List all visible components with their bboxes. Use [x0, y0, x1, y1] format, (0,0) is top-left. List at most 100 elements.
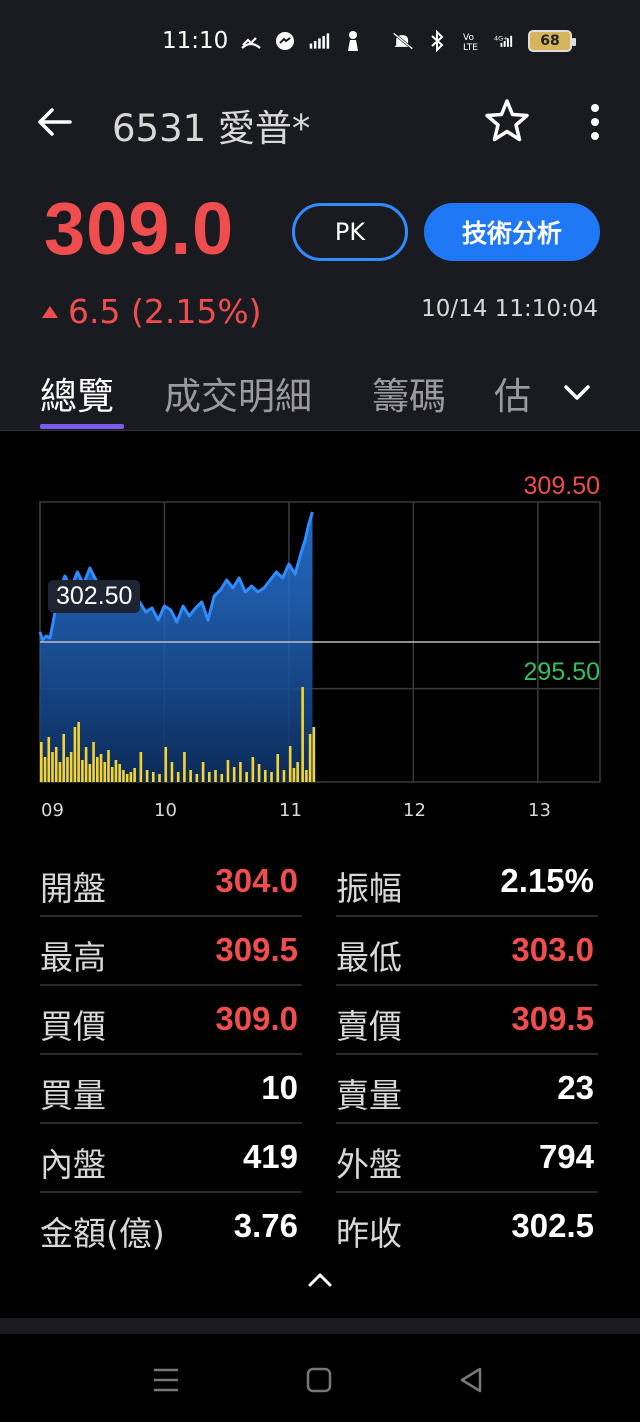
volume-bar: [66, 757, 69, 782]
quote-label: 振幅: [336, 869, 402, 908]
quote-value: 3.76: [233, 1207, 298, 1244]
volume-bar: [270, 772, 273, 782]
volume-bar: [99, 754, 103, 782]
quote-value: 419: [242, 1138, 298, 1175]
volume-bar: [226, 760, 230, 782]
favorite-button[interactable]: [482, 96, 532, 146]
volume-bar: [264, 770, 267, 782]
volume-bar: [110, 767, 114, 782]
volume-bar: [276, 754, 280, 782]
quote-label: 買量: [40, 1076, 106, 1115]
x-tick-label: 12: [403, 800, 426, 821]
star-icon: [485, 99, 529, 142]
volume-bar: [305, 770, 308, 782]
volume-bar: [84, 747, 88, 782]
tab-overview[interactable]: 總覽: [40, 366, 114, 420]
price-area: [40, 512, 313, 782]
price-change: 6.5 (2.15%): [42, 292, 262, 331]
volume-bar: [214, 770, 217, 782]
volume-bar: [292, 768, 296, 782]
collapse-button[interactable]: [304, 1268, 336, 1292]
pk-button[interactable]: PK: [292, 203, 408, 261]
volume-bar: [122, 770, 125, 782]
more-vertical-icon: [591, 104, 599, 140]
x-tick-label: 10: [154, 800, 177, 821]
quote-row: 最低 303.0: [336, 917, 598, 986]
recent-apps-button[interactable]: [146, 1362, 186, 1398]
volume-bar: [308, 734, 312, 782]
tab-valuation[interactable]: 估: [494, 366, 531, 420]
system-nav-bar: [0, 1334, 640, 1422]
tab-expand-button[interactable]: [560, 378, 594, 408]
mute-icon: [392, 30, 414, 52]
quote-value: 303.0: [511, 931, 594, 968]
quote-value: 309.5: [215, 931, 298, 968]
more-options-button[interactable]: [580, 100, 610, 144]
volume-bar: [208, 772, 211, 782]
quote-value: 304.0: [215, 862, 298, 899]
volume-bar: [77, 722, 80, 782]
quote-value: 23: [557, 1069, 594, 1106]
back-nav-button[interactable]: [452, 1362, 492, 1398]
quote-label: 內盤: [40, 1145, 106, 1184]
volume-bar: [164, 747, 168, 782]
intraday-chart[interactable]: 309.50 295.50 302.50 09 10 11 12 13: [0, 460, 640, 840]
quote-label: 金額(億): [40, 1214, 165, 1253]
status-time: 11:10: [162, 28, 229, 54]
status-system-icons: Vo LTE 4G+ 68: [392, 30, 576, 52]
chart-canvas: [38, 501, 601, 783]
quote-row: 買價 309.0: [40, 986, 302, 1055]
x-tick-label: 09: [41, 800, 64, 821]
quote-row: 昨收 302.5: [336, 1193, 598, 1262]
volume-bar: [152, 772, 155, 782]
quote-row: 內盤 419: [40, 1124, 302, 1193]
volume-bar: [139, 752, 143, 782]
x-tick-label: 11: [279, 800, 302, 821]
volume-bar: [158, 774, 161, 782]
quote-row: 買量 10: [40, 1055, 302, 1124]
volume-bar: [251, 757, 255, 782]
volume-bar: [62, 734, 65, 782]
quote-label: 賣價: [336, 1007, 402, 1046]
technical-analysis-button[interactable]: 技術分析: [424, 203, 600, 261]
volume-bar: [54, 747, 58, 782]
volume-bar: [257, 764, 261, 782]
tab-chips[interactable]: 籌碼: [372, 366, 446, 420]
price-change-text: 6.5 (2.15%): [68, 292, 262, 331]
bluetooth-icon: [426, 30, 448, 52]
header-divider: [0, 430, 640, 431]
volume-bar: [58, 762, 62, 782]
arrow-left-icon: [38, 108, 72, 136]
quote-row: 最高 309.5: [40, 917, 302, 986]
home-button[interactable]: [299, 1362, 339, 1398]
triangle-up-icon: [42, 305, 58, 318]
volume-bar: [220, 774, 224, 782]
volte-icon: Vo LTE: [460, 30, 482, 52]
stock-header: 6531 愛普* 309.0 PK 技術分析 6.5 (2.15%) 10/14…: [0, 86, 640, 431]
volume-bar: [51, 752, 54, 782]
volume-bar: [176, 772, 180, 782]
volume-bar: [239, 762, 242, 782]
status-notification-icons: [240, 30, 364, 52]
volume-bar: [88, 764, 92, 782]
quote-row: 賣價 309.5: [336, 986, 598, 1055]
volume-bar: [118, 764, 121, 782]
tab-trade-details[interactable]: 成交明細: [164, 366, 312, 420]
quote-label: 開盤: [40, 869, 106, 908]
quote-label: 最高: [40, 938, 106, 977]
back-button[interactable]: [34, 104, 78, 140]
quote-value: 794: [538, 1138, 594, 1175]
quote-label: 最低: [336, 938, 402, 977]
volume-bar: [282, 770, 286, 782]
quote-label: 買價: [40, 1007, 106, 1046]
volume-bar: [133, 768, 136, 782]
volume-bar: [125, 774, 129, 782]
triangle-back-icon: [460, 1367, 482, 1393]
volume-bar: [296, 762, 299, 782]
quote-row: 開盤 304.0: [40, 848, 302, 917]
page-title: 6531 愛普*: [112, 107, 311, 150]
volume-bar: [69, 752, 73, 782]
volume-bar: [312, 727, 316, 782]
quote-row: 賣量 23: [336, 1055, 598, 1124]
volume-bar: [103, 762, 107, 782]
